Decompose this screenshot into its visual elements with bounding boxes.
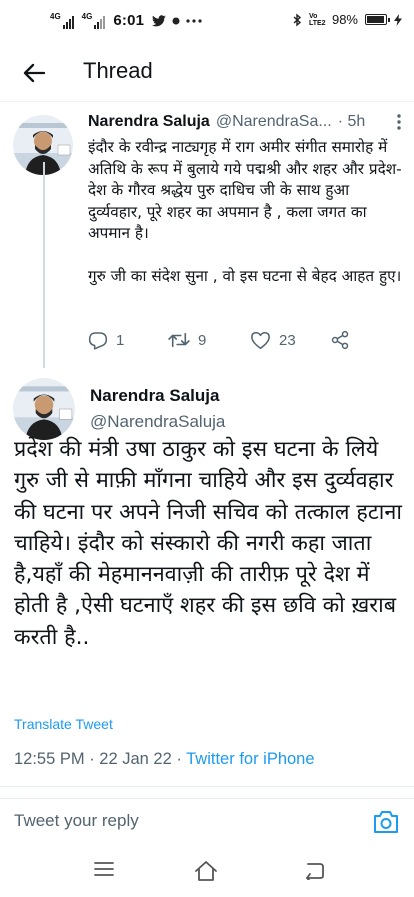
author-handle[interactable]: @NarendraSaluja [90,412,225,432]
status-bar: 4G 4G 6:01 Vo LTE2 98% [0,0,414,44]
tweet-client-link[interactable]: Twitter for iPhone [186,750,314,768]
parent-tweet[interactable]: Narendra Saluja @NarendraSa... · 5h इंदौ… [0,103,414,363]
author-handle[interactable]: @NarendraSa... [216,113,332,131]
system-nav-bar [0,846,414,897]
tweet-menu-button[interactable] [396,113,402,136]
signal-sim2-icon: 4G [81,11,106,29]
divider [0,786,414,787]
camera-button[interactable] [372,809,400,835]
thread-connector-line [43,162,45,368]
tweet-text: प्रदेश की मंत्री उषा ठाकुर को इस घटना के… [14,437,402,650]
avatar[interactable] [13,378,75,440]
author-name[interactable]: Narendra Saluja [88,113,210,131]
bluetooth-icon [293,13,302,26]
retweet-count: 9 [198,331,207,349]
charging-icon [394,13,402,26]
status-right: Vo LTE2 98% [293,12,402,27]
battery-icon [365,14,390,25]
back-arrow-icon [23,63,45,83]
more-dots-icon [186,18,202,23]
home-button[interactable] [194,860,220,882]
back-button[interactable] [18,57,50,89]
like-button[interactable]: 23 [250,331,296,350]
reply-input[interactable]: Tweet your reply [14,811,139,831]
camera-icon [374,811,398,833]
home-icon [195,861,217,881]
reply-icon [88,331,108,350]
tweet-timestamp: 12:55 PM · 22 Jan 22 · [14,750,187,768]
tweet-text: इंदौर के रवीन्द्र नाट्यगृह में राग अमीर … [88,137,404,287]
battery-percent: 98% [331,12,358,27]
tweet-time: · 5h [337,113,366,130]
tweet-paragraph: इंदौर के रवीन्द्र नाट्यगृह में राग अमीर … [88,138,402,242]
status-left: 4G 4G 6:01 [50,12,202,29]
recent-apps-button[interactable] [93,860,119,882]
reply-count: 1 [116,331,125,349]
like-count: 23 [279,331,296,349]
retweet-icon [168,332,190,348]
page-title: Thread [83,58,153,83]
reply-bar: Tweet your reply [0,798,414,844]
menu-icon [94,862,114,876]
reply-button[interactable]: 1 [88,331,124,350]
notification-dot-icon [172,17,180,24]
back-return-icon [306,863,324,882]
translate-tweet-link[interactable]: Translate Tweet [14,716,113,732]
tweet-header: Narendra Saluja @NarendraSa... · 5h [88,113,402,131]
share-icon [331,330,349,350]
back-nav-button[interactable] [303,860,329,882]
retweet-button[interactable]: 9 [168,331,206,349]
twitter-icon [152,14,166,26]
volte-label: Vo LTE2 [308,12,326,27]
network-type-label: 4G [81,11,93,21]
tweet-actions: 1 9 23 [88,328,378,352]
author-name[interactable]: Narendra Saluja [90,386,219,406]
network-type-label: 4G [50,11,61,21]
heart-icon [251,331,270,349]
more-vertical-icon [397,114,401,130]
tweet-metadata: 12:55 PM · 22 Jan 22 · Twitter for iPhon… [14,750,315,769]
signal-sim1-icon: 4G [50,11,74,29]
thread-header: Thread [0,44,414,102]
tweet-paragraph: गुरु जी का संदेश सुना , वो इस घटना से बे… [88,266,402,285]
share-button[interactable] [330,330,350,350]
clock: 6:01 [113,12,145,29]
